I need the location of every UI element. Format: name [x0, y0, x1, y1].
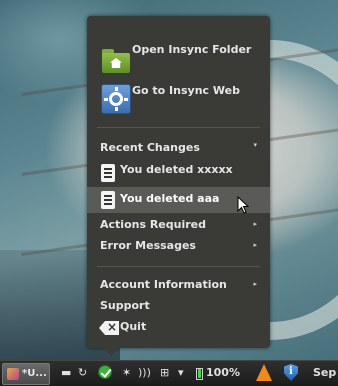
- bluetooth-tray-icon[interactable]: ✶: [122, 366, 131, 379]
- battery-percent[interactable]: 100%: [206, 366, 240, 379]
- recent-change-label: You deleted aaa: [120, 192, 220, 205]
- taskbar: *U... ▬ ↻ ✶ ))) ⊞ ▾ 100% i Sep: [0, 360, 338, 386]
- separator: [97, 266, 260, 267]
- expanded-arrow-icon: ▾: [253, 141, 257, 149]
- menu-pointer: [102, 346, 120, 356]
- taskbar-window-label: *U...: [22, 368, 47, 379]
- submenu-arrow-icon: ▸: [253, 220, 257, 228]
- error-messages-item[interactable]: Error Messages ▸: [87, 239, 270, 255]
- actions-required-item[interactable]: Actions Required ▸: [87, 218, 270, 234]
- battery-icon: [196, 368, 203, 380]
- recent-changes-header[interactable]: Recent Changes ▾: [87, 141, 270, 157]
- open-insync-folder-item[interactable]: Open Insync Folder: [87, 41, 270, 75]
- recent-change-item[interactable]: You deleted xxxxx: [87, 161, 270, 187]
- info-shield-tray-icon[interactable]: i: [284, 364, 298, 381]
- app-icon: [7, 368, 19, 380]
- insync-tray-icon[interactable]: [98, 365, 112, 379]
- quit-item[interactable]: × Quit: [87, 319, 270, 337]
- clock[interactable]: Sep: [313, 366, 336, 379]
- submenu-arrow-icon: ▸: [253, 280, 257, 288]
- network-tray-icon[interactable]: ⊞: [160, 366, 169, 379]
- go-to-insync-web-label: Go to Insync Web: [132, 84, 240, 97]
- support-label: Support: [100, 299, 150, 312]
- account-information-item[interactable]: Account Information ▸: [87, 278, 270, 294]
- recent-changes-label: Recent Changes: [100, 141, 200, 154]
- web-gear-icon: [101, 84, 131, 114]
- mouse-cursor-icon: [237, 196, 249, 214]
- account-information-label: Account Information: [100, 278, 227, 291]
- actions-required-label: Actions Required: [100, 218, 206, 231]
- taskbar-window-button[interactable]: *U...: [2, 363, 50, 385]
- document-icon: [101, 191, 115, 209]
- document-icon: [101, 164, 115, 182]
- quit-label: Quit: [120, 320, 147, 333]
- open-insync-folder-label: Open Insync Folder: [132, 43, 252, 56]
- wifi-tray-icon[interactable]: ))): [138, 366, 151, 379]
- backspace-quit-icon: ×: [99, 321, 119, 335]
- support-item[interactable]: Support: [87, 299, 270, 315]
- folder-tray-icon[interactable]: ▬: [61, 366, 71, 379]
- submenu-arrow-icon: ▸: [253, 241, 257, 249]
- vlc-tray-icon[interactable]: [256, 364, 272, 381]
- insync-tray-menu: Open Insync Folder Go to Insync Web Rece…: [87, 16, 270, 348]
- go-to-insync-web-item[interactable]: Go to Insync Web: [87, 82, 270, 116]
- folder-icon: [101, 45, 131, 75]
- refresh-tray-icon[interactable]: ↻: [78, 366, 87, 379]
- recent-change-label: You deleted xxxxx: [120, 163, 233, 176]
- battery-arrow-tray-icon[interactable]: ▾: [178, 366, 184, 379]
- error-messages-label: Error Messages: [100, 239, 196, 252]
- separator: [97, 127, 260, 128]
